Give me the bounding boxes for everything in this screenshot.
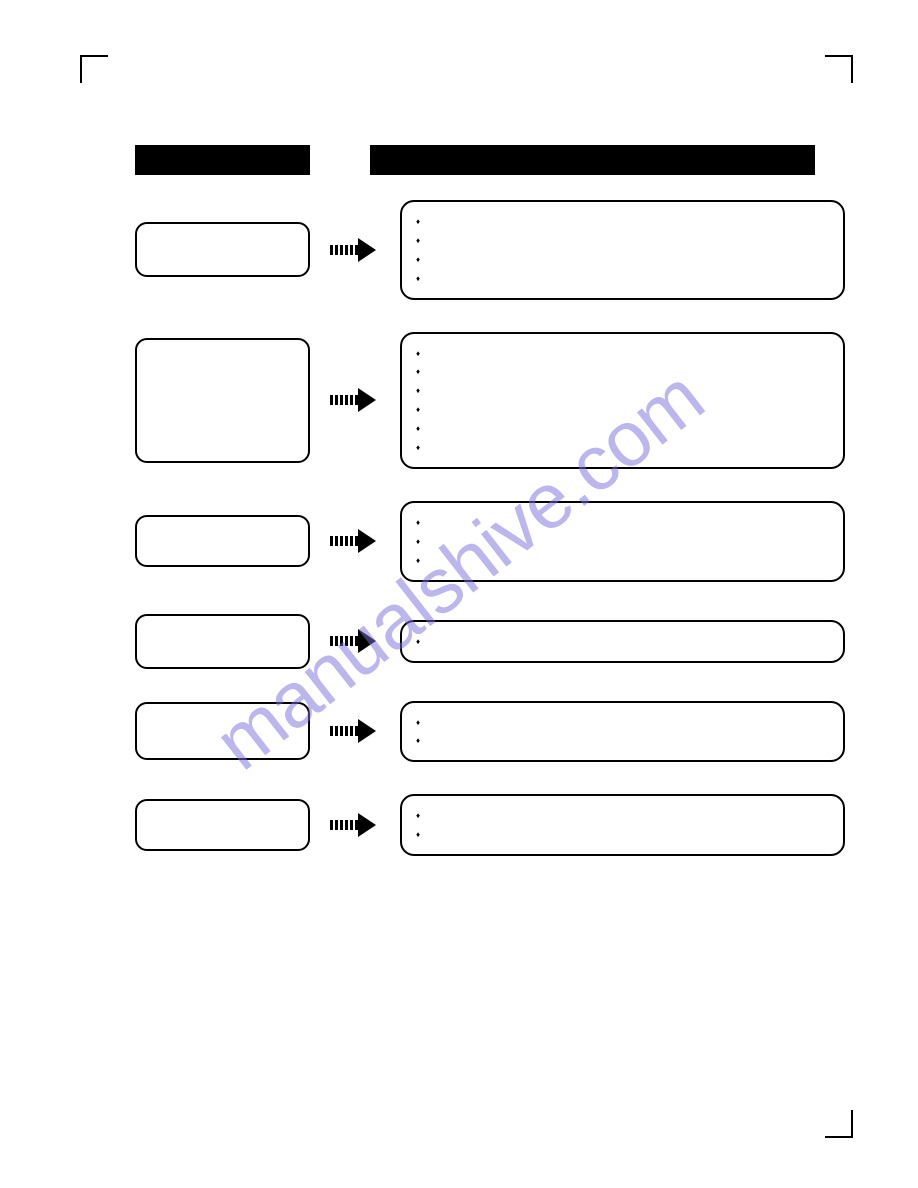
content-row [135,501,835,582]
bullet-item [416,250,829,269]
header-left-bar [135,145,310,175]
arrow-icon [330,719,380,743]
bullet-item [416,532,829,551]
bullet-item [416,231,829,250]
left-box [135,799,310,851]
left-box [135,614,310,669]
page-content [85,60,835,888]
right-box [400,794,845,856]
bullet-item [416,362,829,381]
left-box [135,222,310,277]
header-row [135,145,835,175]
content-row [135,614,835,669]
bullet-item [416,381,829,400]
arrow-icon [330,388,380,412]
bullet-item [416,212,829,231]
header-right-bar [370,145,815,175]
right-box [400,620,845,663]
content-row [135,332,835,469]
content-row [135,794,835,856]
arrow-icon [330,529,380,553]
arrow-icon [330,629,380,653]
bullet-item [416,419,829,438]
right-box [400,200,845,300]
left-box [135,702,310,760]
content-row [135,701,835,763]
rows-container [135,200,835,856]
arrow-icon [330,813,380,837]
right-box [400,332,845,469]
crop-mark-bottom-right [825,1110,853,1138]
right-box [400,501,845,582]
right-box [400,701,845,763]
bullet-item [416,806,829,825]
bullet-item [416,551,829,570]
bullet-item [416,513,829,532]
content-row [135,200,835,300]
bullet-item [416,731,829,750]
bullet-item [416,344,829,363]
bullet-item [416,400,829,419]
bullet-item [416,632,829,651]
bullet-item [416,713,829,732]
bullet-item [416,269,829,288]
left-box [135,338,310,463]
bullet-item [416,825,829,844]
left-box [135,515,310,567]
arrow-icon [330,238,380,262]
bullet-item [416,438,829,457]
